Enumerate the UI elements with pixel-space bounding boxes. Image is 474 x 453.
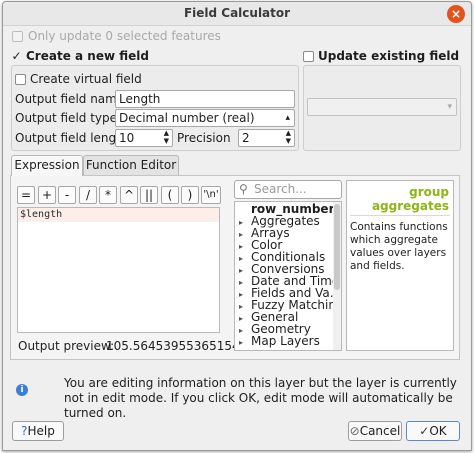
- output-preview-value: 105.56453955365154: [106, 339, 240, 353]
- window-title: Field Calculator: [183, 6, 291, 20]
- search-icon: ⚲: [239, 182, 248, 196]
- scrollbar-thumb[interactable]: [334, 204, 340, 290]
- op-lparen-button[interactable]: (: [161, 186, 179, 204]
- precision-value: 2: [242, 131, 250, 145]
- field-name-label: Output field name: [15, 92, 125, 106]
- help-title: group aggregates: [371, 185, 449, 213]
- function-search-input[interactable]: ⚲ Search...: [234, 180, 342, 199]
- tree-scrollbar[interactable]: [333, 202, 341, 350]
- field-length-spinbox[interactable]: 10 ▲ ▼: [115, 129, 173, 147]
- output-preview-label: Output preview:: [18, 339, 115, 353]
- update-field-checkbox[interactable]: [303, 51, 314, 62]
- only-selected-checkbox[interactable]: [12, 31, 23, 42]
- create-field-title: Create a new field: [26, 49, 149, 63]
- field-length-label: Output field length: [15, 131, 129, 145]
- close-icon[interactable]: ×: [447, 5, 465, 23]
- field-name-input[interactable]: Length: [115, 90, 295, 108]
- tab-function-editor[interactable]: Function Editor: [83, 155, 179, 175]
- op-plus-button[interactable]: +: [38, 186, 56, 204]
- list-item[interactable]: ▸ Map Layers: [239, 334, 320, 348]
- op-multiply-button[interactable]: *: [99, 186, 117, 204]
- tab-expression[interactable]: Expression: [11, 155, 83, 176]
- op-concat-button[interactable]: ||: [140, 186, 158, 204]
- cancel-button[interactable]: ⊘Cancel: [348, 421, 402, 441]
- help-divider: [350, 215, 450, 216]
- spin-arrows-icon[interactable]: ▲ ▼: [164, 130, 169, 145]
- help-button[interactable]: ?Help: [12, 421, 64, 441]
- cancel-icon: ⊘: [349, 424, 360, 438]
- updown-arrow-icon: ▴: [285, 113, 290, 123]
- ok-button[interactable]: ✓OK: [406, 421, 460, 441]
- only-selected-label: Only update 0 selected features: [28, 29, 221, 43]
- chevron-down-icon: ▾: [447, 102, 452, 112]
- spin-arrows-icon[interactable]: ▲ ▼: [286, 130, 291, 145]
- title-bar: Field Calculator ×: [3, 2, 471, 26]
- update-field-title: Update existing field: [318, 49, 460, 63]
- precision-label: Precision: [177, 131, 231, 145]
- chevron-right-icon[interactable]: ▸: [239, 338, 251, 347]
- op-rparen-button[interactable]: ): [181, 186, 199, 204]
- search-placeholder: Search...: [254, 182, 307, 196]
- field-type-combo[interactable]: Decimal number (real) ▴: [115, 109, 295, 127]
- precision-spinbox[interactable]: 2 ▲ ▼: [238, 129, 295, 147]
- field-type-value: Decimal number (real): [119, 111, 255, 125]
- help-body: Contains functions which aggregate value…: [350, 221, 448, 272]
- field-length-value: 10: [119, 131, 135, 145]
- existing-field-combo[interactable]: ▾: [307, 98, 457, 116]
- op-minus-button[interactable]: -: [58, 186, 76, 204]
- op-divide-button[interactable]: /: [79, 186, 97, 204]
- expression-editor[interactable]: $length: [17, 207, 220, 333]
- op-newline-button[interactable]: '\n': [201, 186, 221, 204]
- function-tree[interactable]: row_number ▸ Aggregates ▸ Arrays ▸ Color ▸ C…: [234, 201, 342, 351]
- function-help-panel: group aggregates Contains functions whic…: [346, 180, 454, 351]
- virtual-field-label: Create virtual field: [30, 72, 142, 86]
- op-equals-button[interactable]: =: [17, 186, 35, 204]
- edit-mode-message: You are editing information on this laye…: [64, 376, 457, 420]
- create-field-checkbox[interactable]: ✓: [11, 50, 22, 62]
- op-power-button[interactable]: ^: [120, 186, 138, 204]
- check-icon: ✓: [419, 424, 430, 438]
- field-type-label: Output field type: [15, 111, 118, 125]
- virtual-field-checkbox[interactable]: [15, 74, 26, 85]
- info-icon: i: [16, 384, 28, 396]
- expression-code: $length: [20, 209, 63, 220]
